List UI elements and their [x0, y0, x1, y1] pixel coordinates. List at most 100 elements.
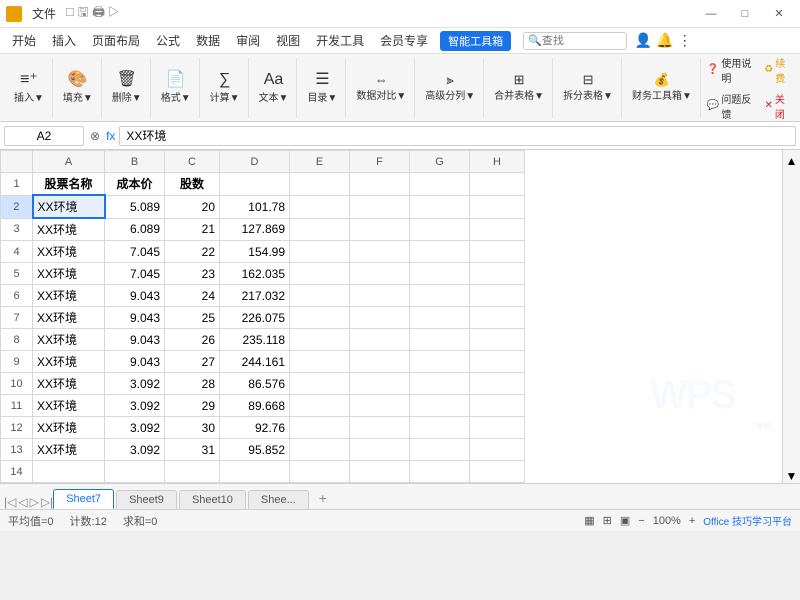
cell-10-E[interactable] [290, 373, 350, 395]
row-header-11[interactable]: 11 [1, 395, 33, 417]
cell-6-E[interactable] [290, 285, 350, 307]
add-sheet-button[interactable]: + [311, 487, 335, 509]
cell-13-G[interactable] [410, 439, 470, 461]
cell-11-H[interactable] [470, 395, 525, 417]
cell-11-G[interactable] [410, 395, 470, 417]
cell-10-C[interactable]: 28 [165, 373, 220, 395]
cell-6-C[interactable]: 24 [165, 285, 220, 307]
sheet-tab-shee[interactable]: Shee... [248, 490, 309, 509]
cell-6-D[interactable]: 217.032 [220, 285, 290, 307]
search-input[interactable] [542, 35, 622, 47]
menu-layout[interactable]: 页面布局 [84, 30, 148, 51]
cell-4-H[interactable] [470, 241, 525, 263]
row-header-10[interactable]: 10 [1, 373, 33, 395]
row-header-9[interactable]: 9 [1, 351, 33, 373]
col-header-a[interactable]: A [33, 151, 105, 173]
file-menu[interactable]: 文件 [26, 3, 62, 24]
menu-dev[interactable]: 开发工具 [308, 30, 372, 51]
cell-7-D[interactable]: 226.075 [220, 307, 290, 329]
tab-prev-icon[interactable]: ◁ [18, 495, 27, 509]
cell-2-F[interactable] [350, 195, 410, 218]
tab-last-icon[interactable]: ▷| [41, 495, 53, 509]
help-button[interactable]: ❓使用说明 [703, 54, 756, 87]
cell-13-B[interactable]: 3.092 [105, 439, 165, 461]
smart-toolbox-button[interactable]: 智能工具箱 [440, 31, 511, 51]
cell-8-F[interactable] [350, 329, 410, 351]
feedback-button[interactable]: 💬问题反馈 [703, 89, 757, 123]
cell-12-H[interactable] [470, 417, 525, 439]
cell-12-B[interactable]: 3.092 [105, 417, 165, 439]
calc-button[interactable]: ∑ 计算▼ [206, 70, 244, 106]
cell-6-G[interactable] [410, 285, 470, 307]
cell-5-F[interactable] [350, 263, 410, 285]
cell-3-E[interactable] [290, 218, 350, 241]
sidebar-scroll-up[interactable]: ▲ [786, 154, 798, 168]
cell-11-A[interactable]: XX环境 [33, 395, 105, 417]
close-button[interactable]: ✕ [764, 4, 794, 24]
cell-11-B[interactable]: 3.092 [105, 395, 165, 417]
sheet-tab-sheet9[interactable]: Sheet9 [116, 490, 177, 509]
cell-8-G[interactable] [410, 329, 470, 351]
menu-formula[interactable]: 公式 [148, 30, 188, 51]
cell-12-F[interactable] [350, 417, 410, 439]
cell-9-E[interactable] [290, 351, 350, 373]
cell-12-C[interactable]: 30 [165, 417, 220, 439]
cell-13-C[interactable]: 31 [165, 439, 220, 461]
sidebar-scroll-down[interactable]: ▼ [786, 469, 798, 483]
row-header-1[interactable]: 1 [1, 173, 33, 196]
cell-8-D[interactable]: 235.118 [220, 329, 290, 351]
col-header-f[interactable]: F [350, 151, 410, 173]
header-cell-C[interactable]: 股数 [165, 173, 220, 196]
col-header-g[interactable]: G [410, 151, 470, 173]
cell-4-B[interactable]: 7.045 [105, 241, 165, 263]
cell-7-F[interactable] [350, 307, 410, 329]
cell-4-G[interactable] [410, 241, 470, 263]
view-page-icon[interactable]: ⊞ [603, 514, 612, 527]
cell-5-C[interactable]: 23 [165, 263, 220, 285]
cell-9-F[interactable] [350, 351, 410, 373]
menu-member[interactable]: 会员专享 [372, 30, 436, 51]
col-header-e[interactable]: E [290, 151, 350, 173]
cell-13-E[interactable] [290, 439, 350, 461]
cell-14-F[interactable] [350, 461, 410, 483]
col-header-c[interactable]: C [165, 151, 220, 173]
close-panel-button[interactable]: ✕关闭 [761, 89, 794, 123]
cell-12-D[interactable]: 92.76 [220, 417, 290, 439]
cell-3-B[interactable]: 6.089 [105, 218, 165, 241]
cell-7-C[interactable]: 25 [165, 307, 220, 329]
cell-3-G[interactable] [410, 218, 470, 241]
menu-insert[interactable]: 插入 [44, 30, 84, 51]
cell-2-E[interactable] [290, 195, 350, 218]
cell-9-C[interactable]: 27 [165, 351, 220, 373]
header-cell-G[interactable] [410, 173, 470, 196]
cell-8-C[interactable]: 26 [165, 329, 220, 351]
cell-3-A[interactable]: XX环境 [33, 218, 105, 241]
zoom-in-button[interactable]: + [689, 515, 695, 527]
cell-9-G[interactable] [410, 351, 470, 373]
unsplit-button[interactable]: ⊟ 拆分表格▼ [559, 71, 617, 104]
format-button[interactable]: 📄 格式▼ [157, 70, 195, 106]
cell-8-H[interactable] [470, 329, 525, 351]
minimize-button[interactable]: — [696, 4, 726, 24]
split-button[interactable]: ⫸ 高级分列▼ [421, 71, 479, 104]
cell-14-H[interactable] [470, 461, 525, 483]
cell-5-B[interactable]: 7.045 [105, 263, 165, 285]
header-cell-E[interactable] [290, 173, 350, 196]
cell-8-A[interactable]: XX环境 [33, 329, 105, 351]
cell-12-E[interactable] [290, 417, 350, 439]
compare-button[interactable]: ⇔ 数据对比▼ [352, 71, 410, 104]
cell-3-C[interactable]: 21 [165, 218, 220, 241]
cell-4-C[interactable]: 22 [165, 241, 220, 263]
cell-11-E[interactable] [290, 395, 350, 417]
cell-10-B[interactable]: 3.092 [105, 373, 165, 395]
cell-5-D[interactable]: 162.035 [220, 263, 290, 285]
finance-button[interactable]: 💰 财务工具箱▼ [628, 71, 696, 104]
tab-nav-arrows[interactable]: |◁ ◁ ▷ ▷| [4, 495, 53, 509]
cell-11-C[interactable]: 29 [165, 395, 220, 417]
cell-6-A[interactable]: XX环境 [33, 285, 105, 307]
cell-10-A[interactable]: XX环境 [33, 373, 105, 395]
cell-5-H[interactable] [470, 263, 525, 285]
cell-13-H[interactable] [470, 439, 525, 461]
cell-9-D[interactable]: 244.161 [220, 351, 290, 373]
merge-button[interactable]: ⊞ 合并表格▼ [490, 71, 548, 104]
